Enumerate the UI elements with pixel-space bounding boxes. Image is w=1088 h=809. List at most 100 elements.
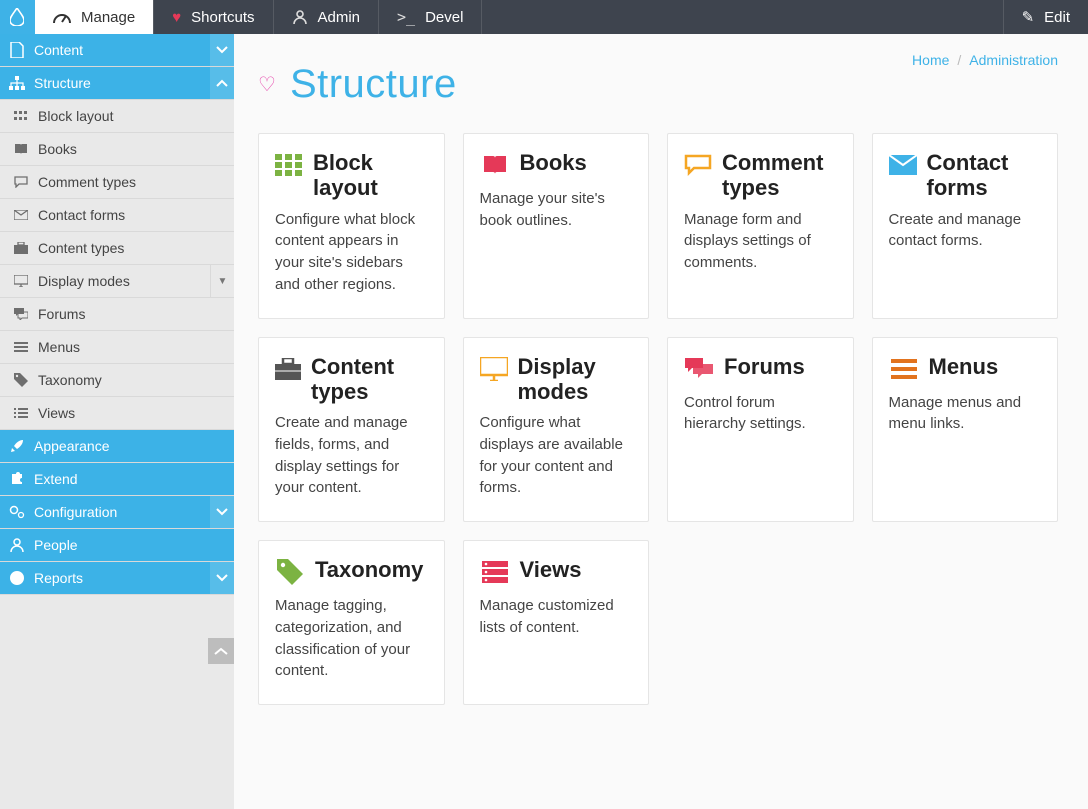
tag-icon [4, 373, 38, 387]
sidebar-item-extend[interactable]: Extend [0, 463, 234, 496]
envelope-icon [889, 150, 917, 180]
card-books[interactable]: BooksManage your site's book outlines. [463, 133, 650, 319]
card-title: Contact forms [927, 150, 1042, 201]
sidebar-item-appearance[interactable]: Appearance [0, 430, 234, 463]
card-title: Books [520, 150, 587, 175]
chevron-down-icon[interactable] [210, 562, 234, 594]
drop-icon [10, 8, 24, 26]
sidebar-label: Menus [38, 339, 234, 355]
card-title: Taxonomy [315, 557, 423, 582]
card-contact-forms[interactable]: Contact forms Create and manage contact f… [872, 133, 1059, 319]
toolbar-edit-label: Edit [1044, 9, 1070, 26]
card-grid: Block layoutConfigure what block content… [258, 133, 1058, 705]
chevron-up-icon[interactable] [210, 67, 234, 99]
file-icon [0, 42, 34, 58]
envelope-icon [4, 210, 38, 220]
sidebar-sub-display-modes[interactable]: Display modes ▼ [0, 265, 234, 298]
briefcase-icon [275, 354, 301, 384]
toolbar-shortcuts[interactable]: ♥ Shortcuts [154, 0, 273, 34]
caret-down-icon[interactable]: ▼ [210, 265, 234, 297]
toolbar: Manage ♥ Shortcuts Admin >_ Devel ✎ Edit [0, 0, 1088, 34]
sidebar-label: Contact forms [38, 207, 234, 223]
menu-icon [889, 354, 919, 384]
card-description: Manage customized lists of content. [480, 595, 633, 639]
breadcrumb-admin[interactable]: Administration [969, 52, 1058, 68]
toolbar-devel-label: Devel [425, 9, 463, 26]
card-description: Create and manage fields, forms, and dis… [275, 412, 428, 499]
sidebar-item-structure[interactable]: Structure [0, 67, 234, 100]
puzzle-icon [0, 472, 34, 486]
user-icon [292, 9, 308, 25]
toolbar-home[interactable] [0, 0, 35, 34]
sidebar-sub-taxonomy[interactable]: Taxonomy [0, 364, 234, 397]
scroll-to-top-button[interactable] [208, 638, 234, 664]
sidebar-item-content[interactable]: Content [0, 34, 234, 67]
card-block-layout[interactable]: Block layoutConfigure what block content… [258, 133, 445, 319]
heart-icon[interactable]: ♡ [258, 72, 276, 97]
sidebar-sub-comment-types[interactable]: Comment types [0, 166, 234, 199]
sidebar-sub-views[interactable]: Views [0, 397, 234, 430]
card-title: Menus [929, 354, 999, 379]
card-forums[interactable]: Forums Control forum hierarchy settings. [667, 337, 854, 523]
gauge-icon [53, 10, 71, 24]
sidebar-item-reports[interactable]: Reports [0, 562, 234, 595]
card-menus[interactable]: Menus Manage menus and menu links. [872, 337, 1059, 523]
sidebar-label: People [34, 537, 234, 553]
sidebar-sub-contact-forms[interactable]: Contact forms [0, 199, 234, 232]
card-title: Forums [724, 354, 805, 379]
comment-icon [4, 176, 38, 188]
toolbar-edit[interactable]: ✎ Edit [1003, 0, 1088, 34]
terminal-icon: >_ [397, 8, 415, 26]
card-title: Comment types [722, 150, 837, 201]
sidebar-label: Structure [34, 75, 210, 91]
card-description: Create and manage contact forms. [889, 209, 1042, 253]
grid-icon [4, 111, 38, 121]
pencil-icon: ✎ [1022, 8, 1035, 26]
server-icon [480, 557, 510, 587]
sitemap-icon [0, 76, 34, 90]
sidebar-label: Extend [34, 471, 234, 487]
card-comment-types[interactable]: Comment types Manage form and displays se… [667, 133, 854, 319]
chevron-down-icon[interactable] [210, 34, 234, 66]
toolbar-manage[interactable]: Manage [35, 0, 154, 34]
card-views[interactable]: ViewsManage customized lists of content. [463, 540, 650, 705]
sidebar-sub-block-layout[interactable]: Block layout [0, 100, 234, 133]
toolbar-shortcuts-label: Shortcuts [191, 9, 254, 26]
card-content-types[interactable]: Content types Create and manage fields, f… [258, 337, 445, 523]
sidebar-label: Views [38, 405, 234, 421]
card-description: Manage tagging, categorization, and clas… [275, 595, 428, 682]
tag-icon [275, 557, 305, 587]
sidebar-label: Taxonomy [38, 372, 234, 388]
card-description: Configure what block content appears in … [275, 209, 428, 296]
toolbar-devel[interactable]: >_ Devel [379, 0, 482, 34]
card-description: Control forum hierarchy settings. [684, 392, 837, 436]
card-description: Manage form and displays settings of com… [684, 209, 837, 274]
card-description: Manage menus and menu links. [889, 392, 1042, 436]
piechart-icon [0, 571, 34, 585]
sidebar-label: Content [34, 42, 210, 58]
card-title: Content types [311, 354, 428, 405]
sidebar-sub-forums[interactable]: Forums [0, 298, 234, 331]
toolbar-manage-label: Manage [81, 9, 135, 26]
breadcrumb-home[interactable]: Home [912, 52, 949, 68]
card-title: Display modes [518, 354, 633, 405]
sidebar-label: Reports [34, 570, 210, 586]
sidebar-item-configuration[interactable]: Configuration [0, 496, 234, 529]
sidebar-label: Forums [38, 306, 234, 322]
card-taxonomy[interactable]: Taxonomy Manage tagging, categorization, … [258, 540, 445, 705]
sidebar-sub-books[interactable]: Books [0, 133, 234, 166]
sidebar-sub-content-types[interactable]: Content types [0, 232, 234, 265]
rocket-icon [0, 439, 34, 453]
sidebar-label: Display modes [38, 273, 210, 289]
toolbar-admin[interactable]: Admin [274, 0, 380, 34]
sidebar-sub-menus[interactable]: Menus [0, 331, 234, 364]
chevron-down-icon[interactable] [210, 496, 234, 528]
sidebar-item-people[interactable]: People [0, 529, 234, 562]
sidebar-label: Comment types [38, 174, 234, 190]
menu-icon [4, 342, 38, 352]
sidebar-label: Block layout [38, 108, 234, 124]
list-icon [4, 408, 38, 418]
card-display-modes[interactable]: Display modesConfigure what displays are… [463, 337, 650, 523]
heart-icon: ♥ [172, 9, 181, 26]
book-icon [4, 143, 38, 155]
